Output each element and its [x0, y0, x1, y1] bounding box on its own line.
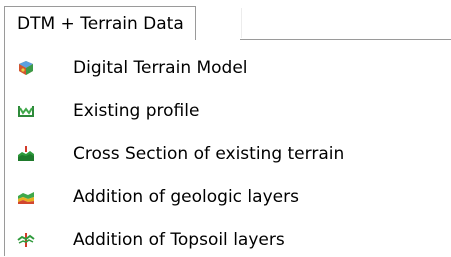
menu-item-label: Addition of Topsoil layers	[73, 230, 285, 250]
menu-item-label: Addition of geologic layers	[73, 187, 299, 207]
cross-section-icon	[17, 146, 35, 162]
menu-item-label: Cross Section of existing terrain	[73, 144, 345, 164]
profile-icon	[17, 103, 35, 119]
tab-strip: DTM + Terrain Data	[0, 0, 451, 40]
tab-label: DTM + Terrain Data	[17, 13, 184, 34]
menu-item-topsoil-layers[interactable]: Addition of Topsoil layers	[5, 224, 445, 256]
menu-panel: Digital Terrain Model Existing profile C…	[4, 40, 450, 256]
menu-item-existing-profile[interactable]: Existing profile	[5, 95, 445, 127]
tab-dtm-terrain-data[interactable]: DTM + Terrain Data	[4, 6, 196, 40]
tab-strip-divider	[241, 8, 282, 38]
menu-item-digital-terrain-model[interactable]: Digital Terrain Model	[5, 52, 445, 84]
terrain-cube-icon	[17, 60, 35, 76]
ribbon-panel-frame: DTM + Terrain Data Digital Terrain Model	[0, 0, 451, 257]
menu-item-label: Existing profile	[73, 101, 200, 121]
menu-item-cross-section[interactable]: Cross Section of existing terrain	[5, 138, 445, 170]
topsoil-layers-icon	[17, 232, 35, 248]
menu-item-geologic-layers[interactable]: Addition of geologic layers	[5, 181, 445, 213]
geologic-layers-icon	[17, 189, 35, 205]
menu-item-label: Digital Terrain Model	[73, 58, 248, 78]
command-menu: Digital Terrain Model Existing profile C…	[5, 52, 445, 256]
